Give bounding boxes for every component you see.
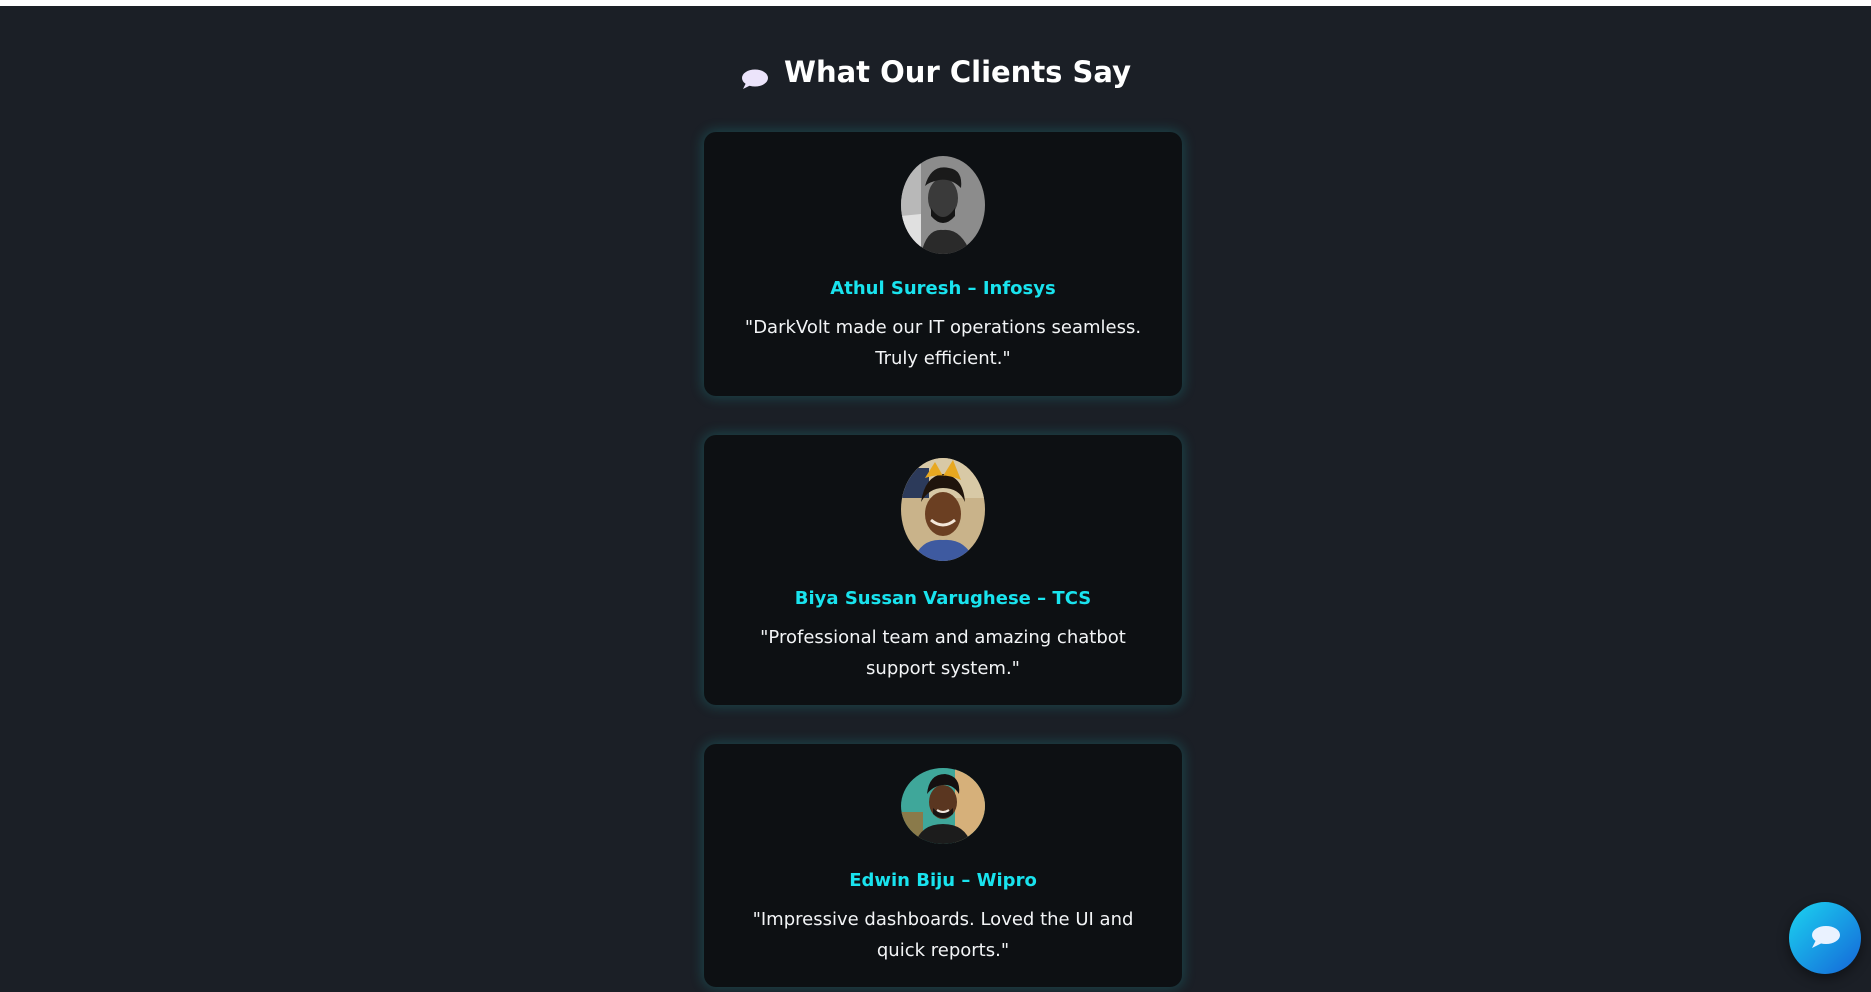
testimonial-card: Biya Sussan Varughese – TCS "Professiona… <box>704 435 1182 705</box>
section-heading: What Our Clients Say <box>0 52 1871 92</box>
avatar <box>901 156 985 254</box>
chat-bubble-icon <box>1812 926 1840 948</box>
client-name: Biya Sussan Varughese – TCS <box>794 588 1092 609</box>
client-quote: "DarkVolt made our IT operations seamles… <box>744 317 1142 369</box>
chat-button[interactable] <box>1789 902 1861 974</box>
avatar <box>901 458 985 561</box>
client-name: Edwin Biju – Wipro <box>849 870 1037 891</box>
avatar <box>901 768 985 844</box>
testimonial-card: Edwin Biju – Wipro "Impressive dashboard… <box>704 744 1182 987</box>
client-name: Athul Suresh – Infosys <box>830 278 1056 299</box>
speech-bubble-icon <box>740 60 770 89</box>
client-quote: "Impressive dashboards. Loved the UI and… <box>752 909 1134 961</box>
top-border <box>0 0 1871 6</box>
client-quote: "Professional team and amazing chatbot s… <box>760 627 1126 679</box>
testimonial-card: Athul Suresh – Infosys "DarkVolt made ou… <box>704 132 1182 396</box>
section-heading-text: What Our Clients Say <box>783 55 1132 89</box>
